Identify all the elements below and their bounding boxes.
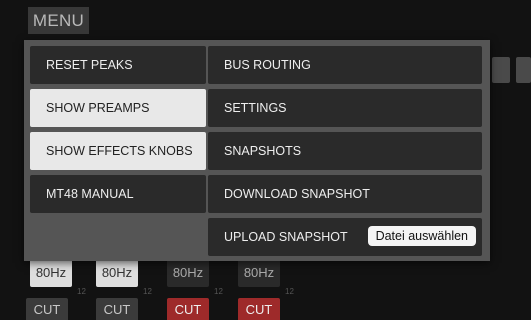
background-cut-button[interactable]: CUT [167,298,209,320]
background-hz-control[interactable]: 80Hz [238,258,280,287]
snapshots-button[interactable]: SNAPSHOTS [208,132,482,170]
background-hz-control[interactable]: 80Hz [30,258,72,287]
show-preamps-toggle[interactable]: SHOW PREAMPS [30,89,206,127]
scale-mark: 12 [285,287,294,296]
show-preamps-label: SHOW PREAMPS [46,101,150,115]
menu-button-label: MENU [32,10,85,30]
show-effects-knobs-label: SHOW EFFECTS KNOBS [46,144,193,158]
scale-mark: 12 [214,287,223,296]
scale-mark: 12 [143,287,152,296]
scale-mark: 12 [77,287,86,296]
mt48-manual-button[interactable]: MT48 MANUAL [30,175,206,213]
background-cut-button[interactable]: CUT [238,298,280,320]
menu-overlay: RESET PEAKS SHOW PREAMPS SHOW EFFECTS KN… [24,40,490,261]
background-hz-control[interactable]: 80Hz [167,258,209,287]
empty-slot [30,218,206,256]
settings-button[interactable]: SETTINGS [208,89,482,127]
background-control [492,57,510,83]
snapshots-label: SNAPSHOTS [224,144,302,158]
menu-button[interactable]: MENU [28,7,89,34]
download-snapshot-label: DOWNLOAD SNAPSHOT [224,187,370,201]
settings-label: SETTINGS [224,101,287,115]
background-cut-button[interactable]: CUT [26,298,68,320]
show-effects-knobs-toggle[interactable]: SHOW EFFECTS KNOBS [30,132,206,170]
background-cut-button[interactable]: CUT [96,298,138,320]
bus-routing-button[interactable]: BUS ROUTING [208,46,482,84]
choose-file-button[interactable]: Datei auswählen [367,226,476,246]
download-snapshot-button[interactable]: DOWNLOAD SNAPSHOT [208,175,482,213]
bus-routing-label: BUS ROUTING [224,58,311,72]
upload-snapshot-row: UPLOAD SNAPSHOT Datei auswählen [208,218,482,256]
reset-peaks-button[interactable]: RESET PEAKS [30,46,206,84]
choose-file-label: Datei auswählen [375,229,468,243]
background-hz-control[interactable]: 80Hz [96,258,138,287]
background-control [516,57,531,83]
upload-snapshot-label: UPLOAD SNAPSHOT [224,230,348,244]
mt48-manual-label: MT48 MANUAL [46,187,134,201]
reset-peaks-label: RESET PEAKS [46,58,133,72]
